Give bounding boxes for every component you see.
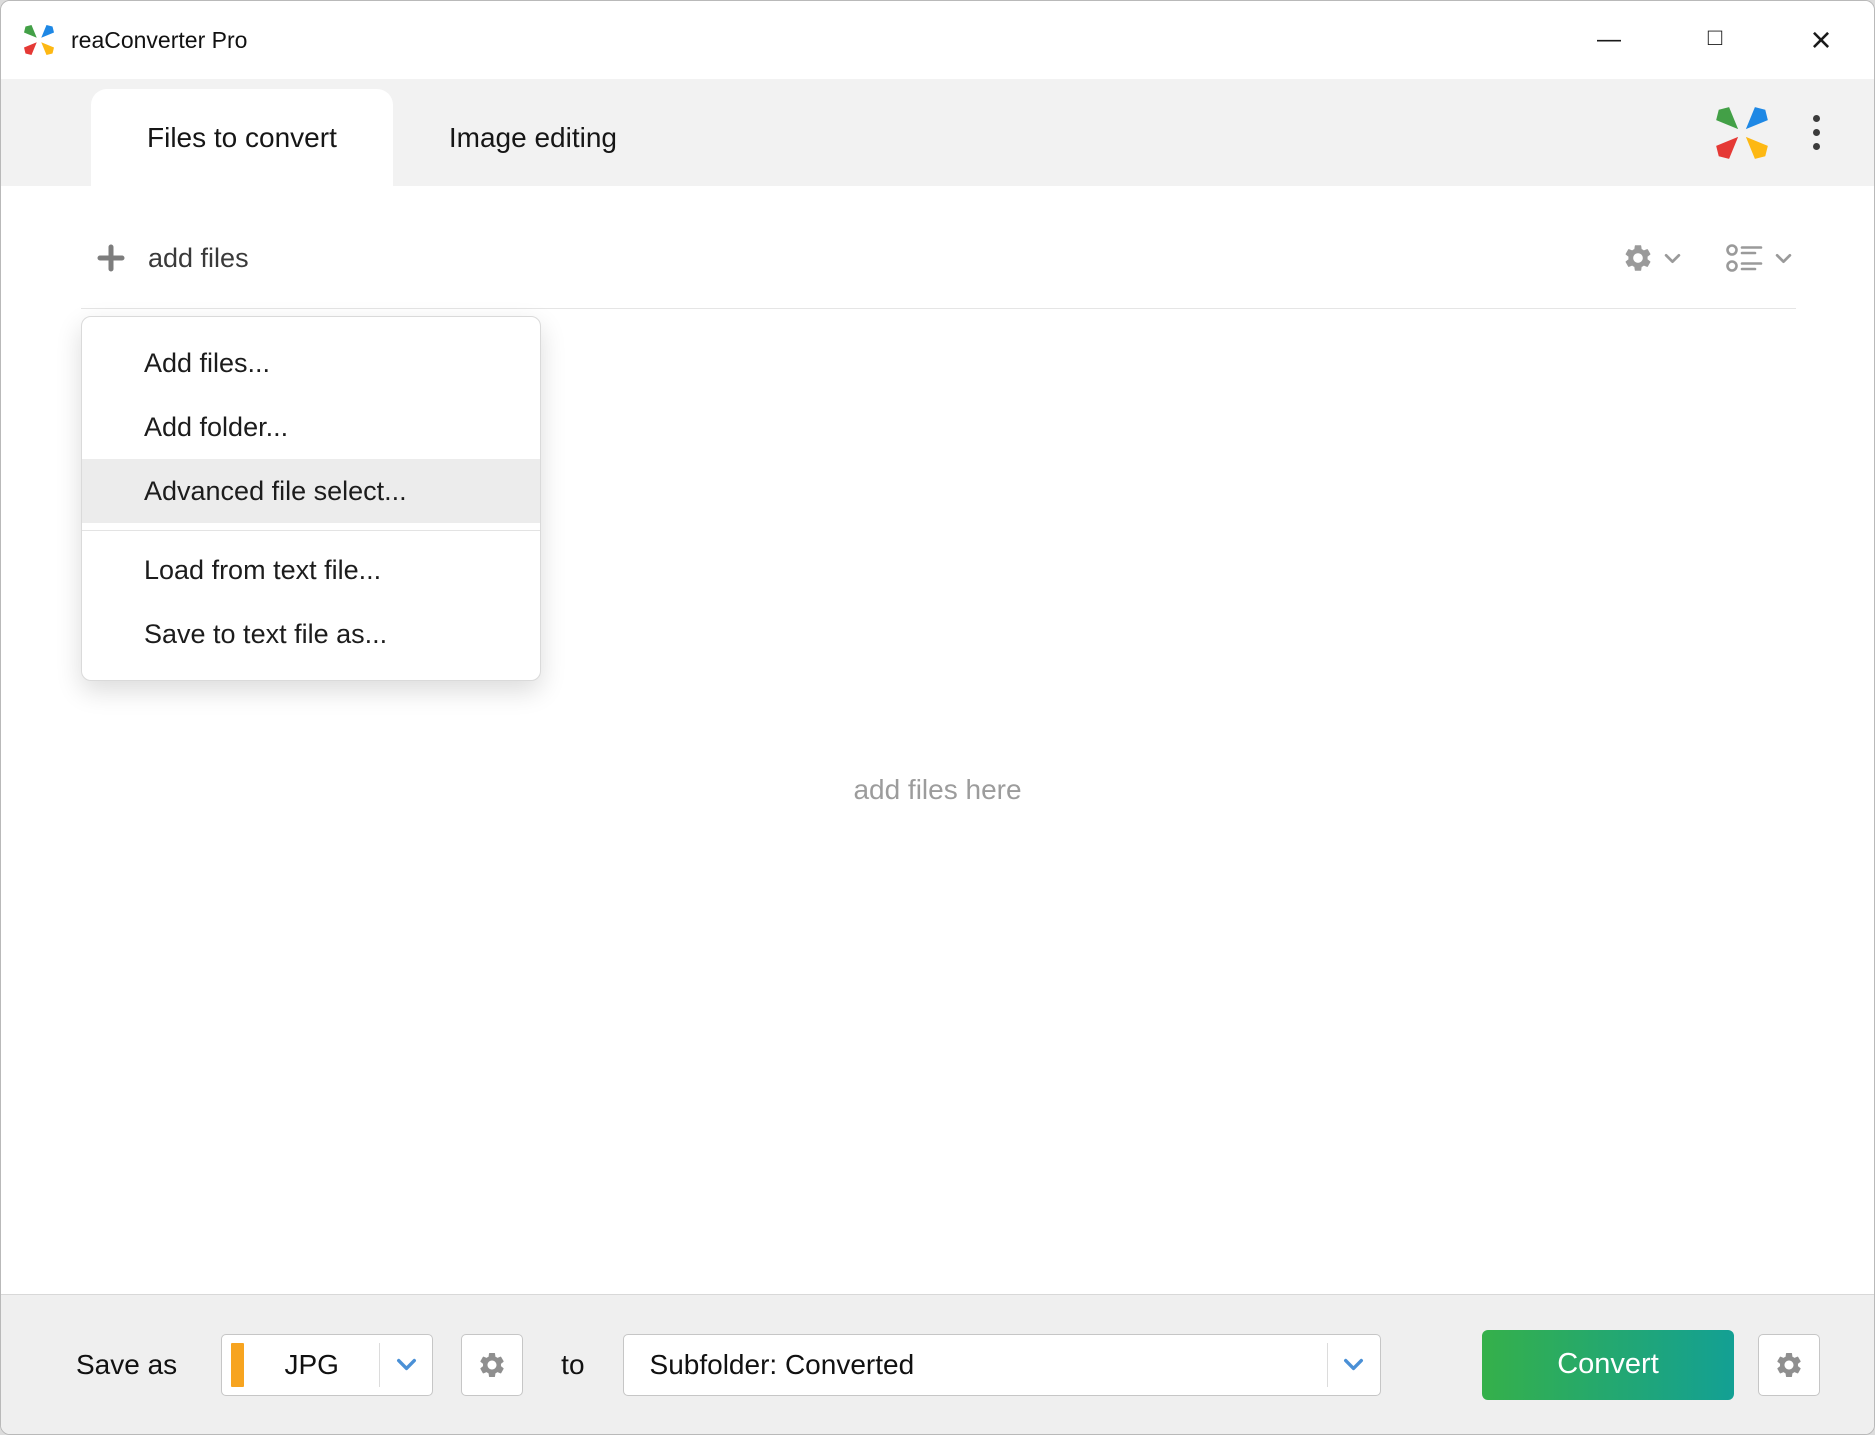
view-options-dropdown[interactable] [1721, 238, 1796, 278]
to-label: to [561, 1349, 584, 1381]
title-bar: reaConverter Pro — □ × [1, 1, 1874, 79]
tab-files-to-convert[interactable]: Files to convert [91, 89, 393, 186]
app-window: reaConverter Pro — □ × Files to convert … [0, 0, 1875, 1435]
destination-dropdown-arrow[interactable] [1328, 1335, 1380, 1395]
convert-button[interactable]: Convert [1482, 1330, 1734, 1400]
format-dropdown-arrow[interactable] [380, 1335, 432, 1395]
tab-bar: Files to convert Image editing [1, 79, 1874, 186]
add-files-menu: Add files... Add folder... Advanced file… [81, 316, 541, 681]
add-files-button[interactable]: add files [96, 243, 249, 274]
tabbar-right-group [1711, 79, 1826, 186]
main-content: add files Add files... Add folder... Adv… [1, 186, 1874, 1294]
gear-icon [1622, 242, 1654, 274]
window-title: reaConverter Pro [71, 27, 247, 54]
kebab-menu-icon[interactable] [1807, 107, 1826, 158]
toolbar-divider [81, 308, 1796, 309]
add-files-label: add files [148, 243, 249, 274]
output-format-select[interactable]: JPG [221, 1334, 433, 1396]
menu-item-save-to-text-file[interactable]: Save to text file as... [82, 602, 540, 666]
plus-icon [96, 243, 126, 273]
destination-select[interactable]: Subfolder: Converted [623, 1334, 1381, 1396]
output-format-value: JPG [244, 1349, 379, 1381]
tab-image-editing[interactable]: Image editing [393, 89, 673, 186]
minimize-button[interactable]: — [1556, 1, 1662, 79]
toolbar-right-group [1618, 238, 1796, 278]
window-controls: — □ × [1556, 1, 1874, 79]
chevron-down-icon [396, 1358, 417, 1371]
menu-separator [82, 530, 540, 531]
format-settings-button[interactable] [461, 1334, 523, 1396]
format-accent-bar [231, 1343, 244, 1387]
chevron-down-icon [1775, 253, 1792, 264]
save-as-label: Save as [76, 1349, 177, 1381]
convert-settings-button[interactable] [1758, 1334, 1820, 1396]
app-logo-icon [21, 22, 57, 58]
close-button[interactable]: × [1768, 1, 1874, 79]
menu-item-add-files[interactable]: Add files... [82, 331, 540, 395]
brand-logo-icon [1711, 102, 1773, 164]
footer-bar: Save as JPG to Subfolder: Converted Conv… [1, 1294, 1874, 1434]
menu-item-load-from-text-file[interactable]: Load from text file... [82, 538, 540, 602]
maximize-button[interactable]: □ [1662, 1, 1768, 79]
chevron-down-icon [1343, 1358, 1364, 1371]
list-view-icon [1725, 242, 1765, 274]
files-toolbar: add files [1, 186, 1874, 308]
file-drop-placeholder: add files here [1, 774, 1874, 806]
conversion-settings-dropdown[interactable] [1618, 238, 1685, 278]
menu-item-advanced-file-select[interactable]: Advanced file select... [82, 459, 540, 523]
destination-value: Subfolder: Converted [624, 1349, 1327, 1381]
gear-icon [1774, 1350, 1804, 1380]
gear-icon [477, 1350, 507, 1380]
menu-item-add-folder[interactable]: Add folder... [82, 395, 540, 459]
chevron-down-icon [1664, 253, 1681, 264]
